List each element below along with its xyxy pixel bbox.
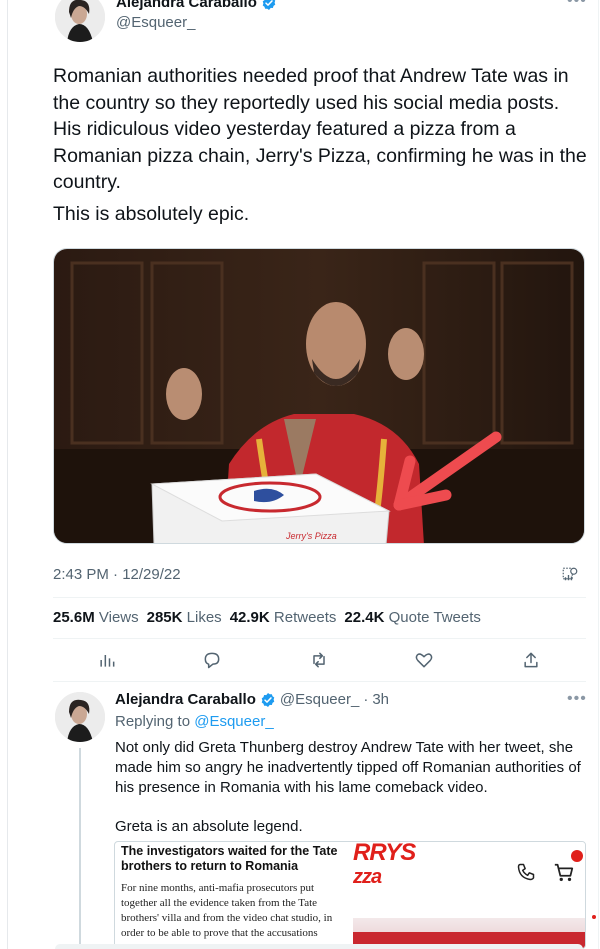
article-site-header: RRYS zza	[353, 841, 585, 948]
tweet-text: Romanian authorities needed proof that A…	[53, 65, 587, 193]
reply-author-handle[interactable]: @Esqueer_	[280, 691, 359, 708]
article-body: For nine months, anti-mafia prosecutors …	[121, 882, 333, 939]
tweet-timestamp[interactable]: 2:43 PM · 12/29/22	[53, 566, 181, 583]
divider	[53, 597, 586, 598]
tweet-text-secondary: This is absolutely epic.	[53, 203, 250, 225]
retweets-stat[interactable]: 42.9K Retweets	[230, 609, 337, 626]
tweet-action-bar	[53, 650, 585, 672]
avatar[interactable]	[55, 0, 105, 42]
edge-marker	[592, 915, 596, 919]
quote-tweets-stat[interactable]: 22.4K Quote Tweets	[344, 609, 480, 626]
divider	[53, 638, 586, 639]
divider	[53, 681, 586, 682]
video-frame: Jerry's Pizza	[54, 249, 584, 543]
right-border	[598, 0, 599, 949]
cart-icon	[554, 863, 574, 882]
replying-to-handle-link[interactable]: @Esqueer_	[194, 713, 273, 730]
avatar-image	[55, 692, 105, 742]
left-border	[7, 0, 8, 949]
cart-badge	[571, 850, 583, 862]
verified-badge-icon	[262, 0, 276, 10]
reply-author-name[interactable]: Alejandra Caraballo	[115, 691, 256, 708]
reply-text: Not only did Greta Thunberg destroy Andr…	[115, 739, 581, 796]
next-item-edge	[55, 944, 583, 949]
verified-badge-icon	[261, 692, 275, 707]
reply-time[interactable]: 3h	[372, 691, 389, 708]
more-icon[interactable]: •••	[567, 0, 587, 10]
tweet-media-video[interactable]: Jerry's Pizza	[53, 248, 585, 544]
pizza-box-label: Jerry's Pizza	[285, 531, 337, 541]
like-icon[interactable]	[414, 650, 434, 670]
article-text-block: The investigators waited for the Tate br…	[115, 842, 353, 948]
tweet-stats: 25.6M Views 285K Likes 42.9K Retweets 22…	[53, 609, 481, 626]
analytics-icon[interactable]	[97, 650, 117, 670]
views-stat[interactable]: 25.6M Views	[53, 609, 139, 626]
author-handle[interactable]: @Esqueer_	[116, 14, 195, 31]
jerrys-logo-text-2: zza	[353, 866, 382, 888]
author-name-row[interactable]: Alejandra Caraballo	[116, 0, 277, 11]
jerrys-logo-text: RRYS	[353, 841, 416, 866]
more-icon[interactable]: •••	[567, 690, 587, 708]
reply-text-secondary: Greta is an absolute legend.	[115, 818, 303, 835]
attached-article-image[interactable]: The investigators waited for the Tate br…	[114, 841, 586, 949]
replying-to-label: Replying to	[115, 713, 191, 730]
share-icon[interactable]	[521, 650, 541, 670]
phone-icon	[517, 863, 535, 881]
separator-dot: ·	[363, 691, 369, 708]
avatar-image	[55, 0, 105, 42]
thread-connector-line	[79, 748, 81, 949]
article-headline: The investigators waited for the Tate br…	[121, 844, 338, 873]
reply-avatar[interactable]	[55, 692, 105, 742]
retweet-icon[interactable]	[309, 650, 329, 670]
replying-to: Replying to @Esqueer_	[115, 713, 274, 730]
reply-header: Alejandra Caraballo @Esqueer_ · 3h	[115, 691, 389, 708]
reply-icon[interactable]	[202, 650, 222, 670]
view-analytics-icon[interactable]	[561, 566, 579, 584]
likes-stat[interactable]: 285K Likes	[147, 609, 222, 626]
author-name[interactable]: Alejandra Caraballo	[116, 0, 257, 11]
